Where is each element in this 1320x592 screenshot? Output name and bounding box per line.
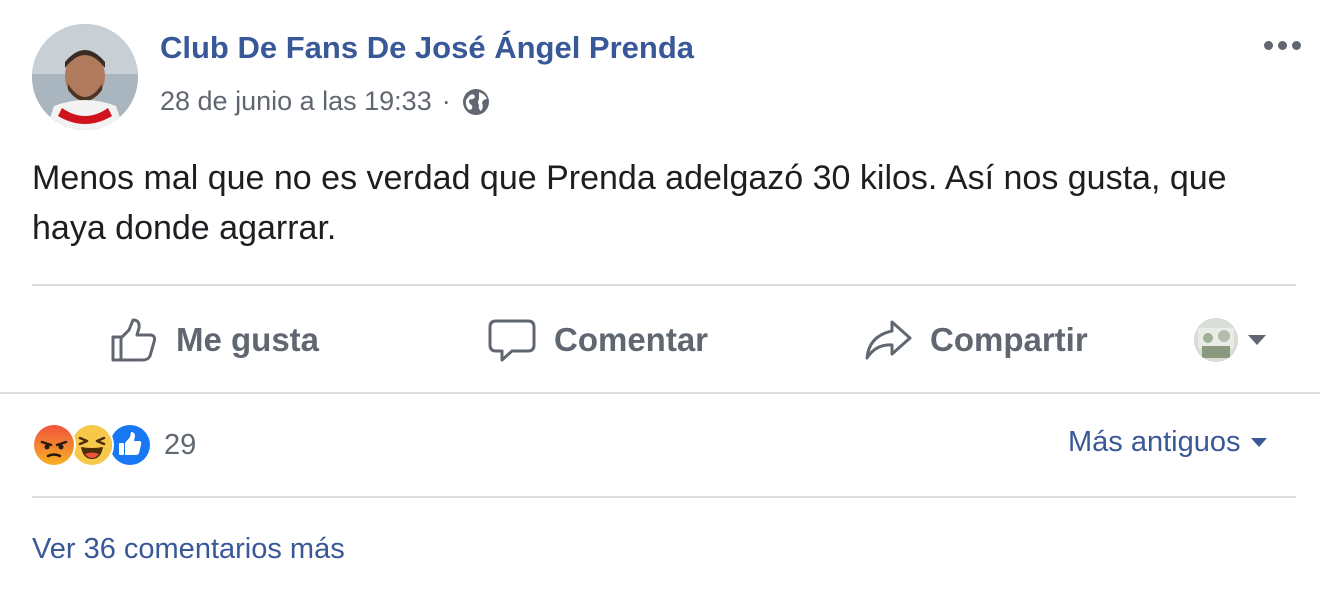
dot bbox=[1291, 40, 1301, 50]
sort-label: Más antiguos bbox=[1068, 426, 1241, 458]
thumbs-up-icon bbox=[111, 318, 157, 362]
share-label: Compartir bbox=[930, 321, 1088, 358]
reaction-count: 29 bbox=[164, 428, 197, 461]
like-label: Me gusta bbox=[176, 321, 320, 358]
post-meta: 28 de junio a las 19:33 · bbox=[160, 86, 491, 117]
post-text: Menos mal que no es verdad que Prenda ad… bbox=[32, 159, 1227, 247]
actions-top-divider bbox=[32, 284, 1296, 286]
post-header: Club De Fans De José Ángel Prenda 28 de … bbox=[0, 0, 1320, 140]
chevron-down-icon bbox=[1250, 438, 1267, 447]
globe-icon[interactable] bbox=[461, 87, 491, 117]
comments-divider bbox=[32, 496, 1296, 498]
page-avatar bbox=[1194, 318, 1238, 362]
chevron-down-icon bbox=[1248, 335, 1266, 345]
angry-reaction-icon bbox=[32, 423, 76, 467]
comment-sort-dropdown[interactable]: Más antiguos bbox=[1068, 426, 1267, 459]
share-as-selector[interactable] bbox=[1194, 318, 1266, 362]
comment-bubble-icon bbox=[488, 319, 536, 362]
meta-separator: · bbox=[441, 86, 451, 116]
post-actions: Me gusta Comentar Compartir bbox=[32, 288, 1296, 392]
view-more-comments-link[interactable]: Ver 36 comentarios más bbox=[32, 533, 345, 566]
dot bbox=[1263, 40, 1273, 50]
more-options-icon[interactable] bbox=[1256, 30, 1308, 60]
post-timestamp[interactable]: 28 de junio a las 19:33 bbox=[160, 86, 432, 117]
like-button[interactable]: Me gusta bbox=[110, 288, 319, 392]
dot bbox=[1277, 40, 1287, 50]
comment-label: Comentar bbox=[554, 321, 709, 358]
like-reaction-icon bbox=[108, 423, 152, 467]
author-name-link[interactable]: Club De Fans De José Ángel Prenda bbox=[160, 30, 694, 66]
section-divider bbox=[0, 392, 1320, 394]
haha-reaction-icon bbox=[70, 423, 114, 467]
share-arrow-icon bbox=[865, 320, 912, 360]
facebook-post: Club De Fans De José Ángel Prenda 28 de … bbox=[0, 0, 1320, 592]
share-button[interactable]: Compartir bbox=[864, 288, 1088, 392]
author-avatar[interactable] bbox=[32, 24, 138, 130]
comment-button[interactable]: Comentar bbox=[488, 288, 708, 392]
reactions-summary[interactable]: 29 bbox=[32, 420, 196, 470]
